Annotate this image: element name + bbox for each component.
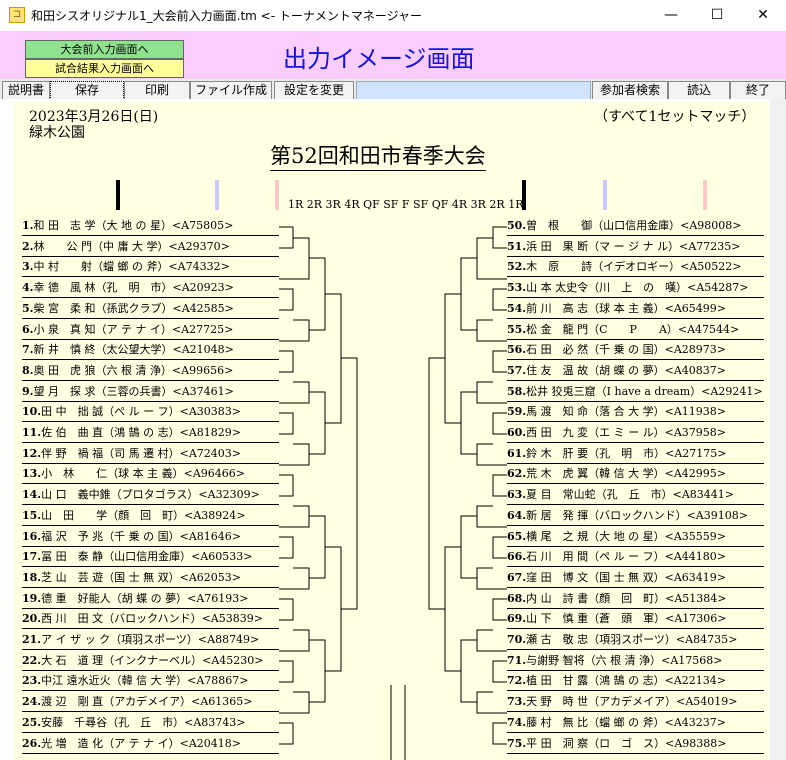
- exit-button[interactable]: 終了: [730, 81, 786, 100]
- match-format-note: （すべて1セットマッチ）: [594, 109, 756, 125]
- maximize-button[interactable]: ☐: [694, 0, 740, 31]
- settings-button[interactable]: 設定を変更: [274, 81, 354, 100]
- close-button[interactable]: ✕: [740, 0, 786, 31]
- bracket-lines: [279, 226, 507, 760]
- save-button[interactable]: 保存: [50, 81, 124, 100]
- window-title: 和田シスオリジナル1_大会前入力画面.tm <- トーナメントマネージャー: [31, 9, 423, 23]
- page-title: 出力イメージ画面: [283, 45, 475, 73]
- app-icon: コ: [9, 7, 25, 23]
- event-venue: 緑木公園: [29, 125, 85, 141]
- print-button[interactable]: 印刷: [124, 81, 190, 100]
- minimize-button[interactable]: —: [648, 0, 694, 31]
- participant-search-button[interactable]: 参加者検索: [592, 81, 668, 100]
- nav-pre-tournament-button[interactable]: 大会前入力画面へ: [25, 40, 184, 59]
- tournament-title: 第52回和田市春季大会: [270, 143, 486, 171]
- nav-results-button[interactable]: 試合結果入力画面へ: [25, 59, 184, 78]
- load-button[interactable]: 読込: [668, 81, 730, 100]
- vertical-scrollbar[interactable]: [770, 99, 786, 760]
- make-file-button[interactable]: ファイル作成: [190, 81, 272, 100]
- toolbar-field[interactable]: [356, 81, 591, 100]
- manual-button[interactable]: 説明書: [2, 81, 50, 100]
- title-bar: コ 和田シスオリジナル1_大会前入力画面.tm <- トーナメントマネージャー …: [0, 0, 786, 31]
